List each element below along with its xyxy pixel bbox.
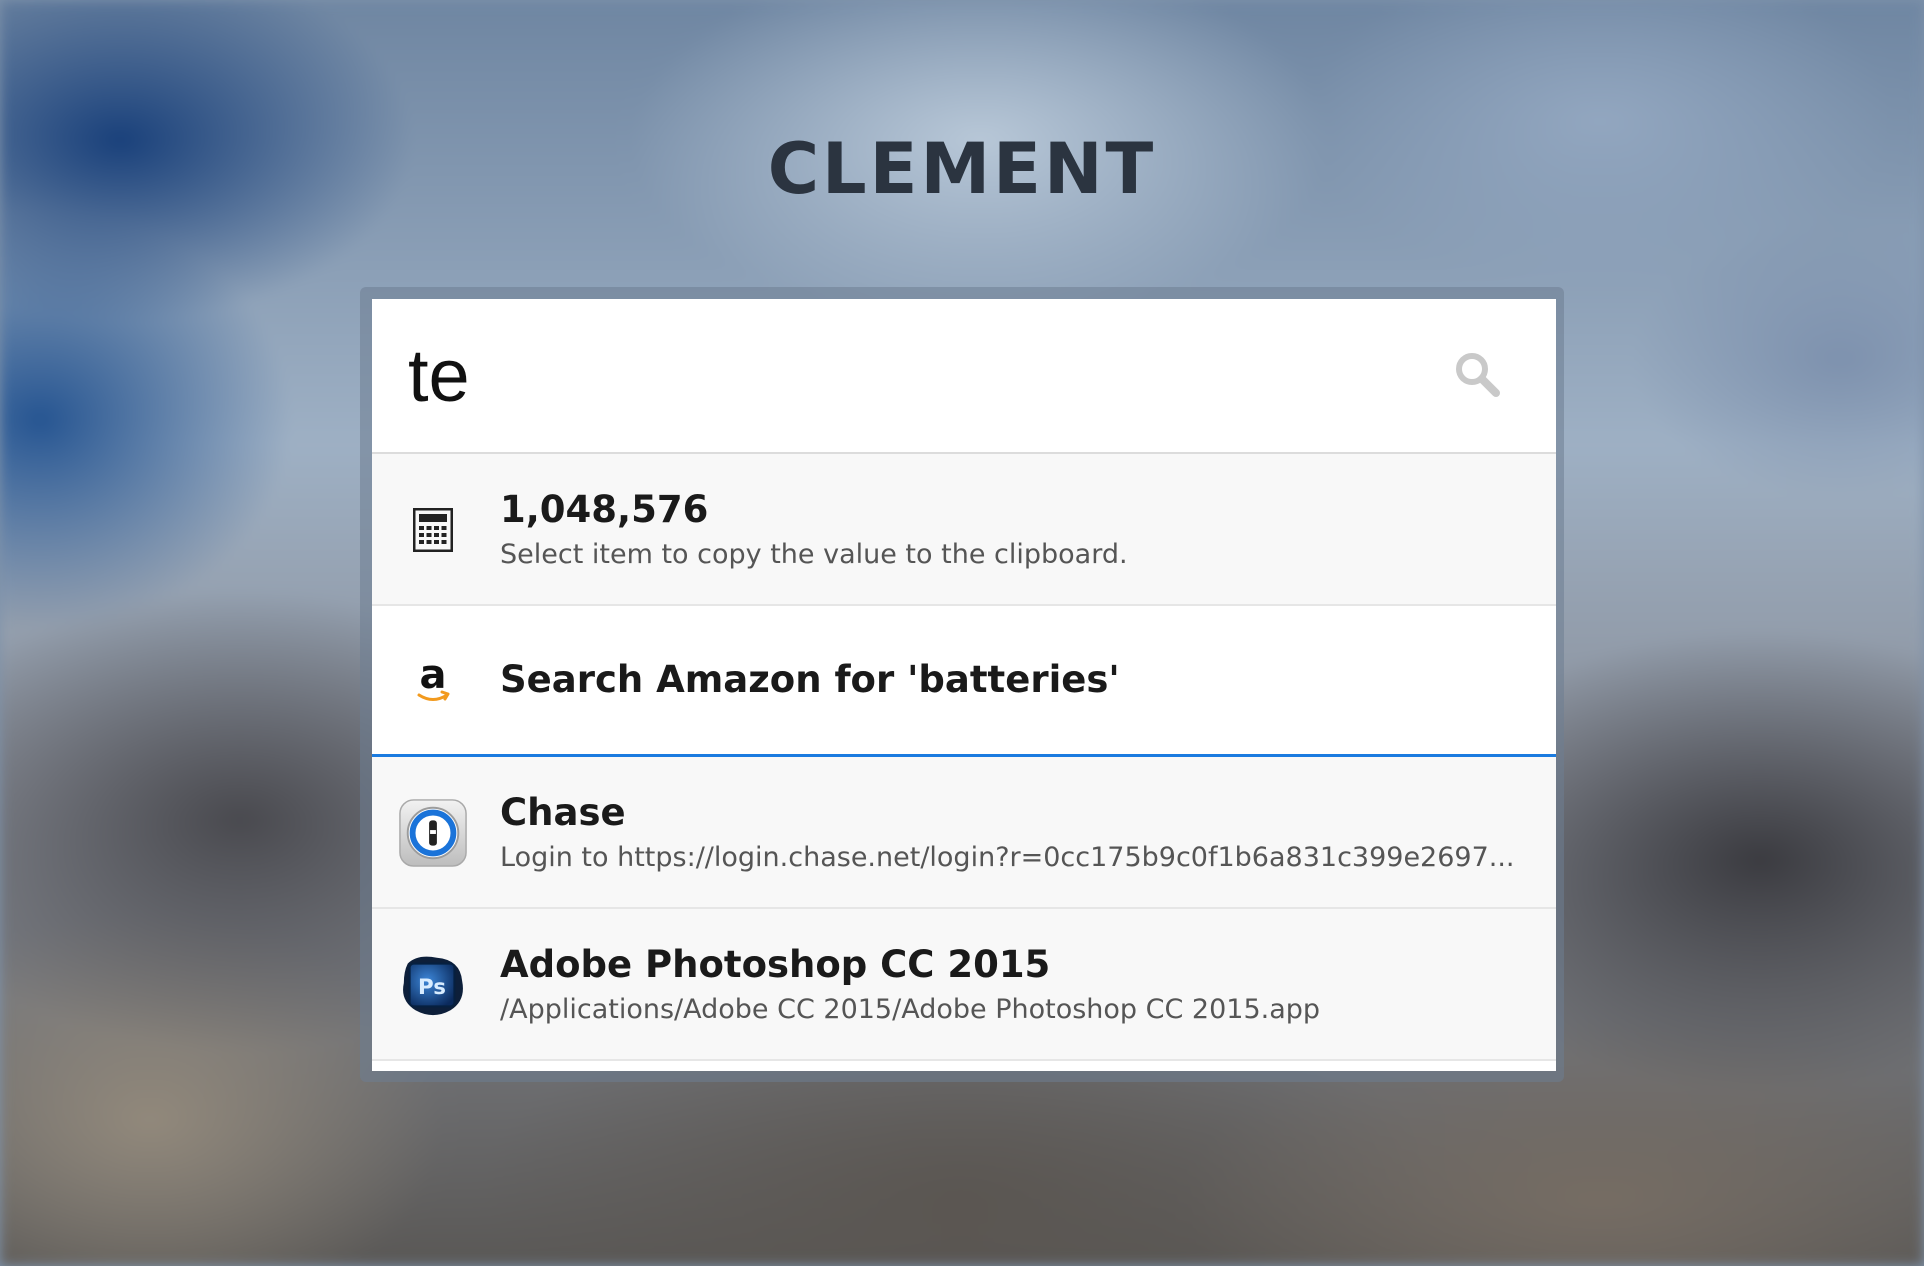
result-title: Chase (500, 791, 626, 834)
calculator-icon (398, 495, 468, 565)
photoshop-icon: Ps (398, 950, 468, 1020)
result-title: 1,048,576 (500, 488, 709, 531)
amazon-icon: a (398, 647, 468, 717)
result-subtitle: /Applications/Adobe CC 2015/Adobe Photos… (500, 994, 1321, 1025)
search-input[interactable] (408, 329, 1408, 421)
result-subtitle: Select item to copy the value to the cli… (500, 539, 1128, 570)
result-subtitle: Login to https://login.chase.net/login?r… (500, 842, 1515, 873)
result-title: Adobe Photoshop CC 2015 (500, 943, 1051, 986)
app-title: CLEMENT (767, 128, 1157, 210)
result-item-chase[interactable]: Chase Login to https://login.chase.net/l… (372, 757, 1556, 909)
result-item-calculator[interactable]: 1,048,576 Select item to copy the value … (372, 454, 1556, 606)
search-icon[interactable] (1452, 349, 1502, 399)
1password-icon (398, 798, 468, 868)
launcher-panel: 1,048,576 Select item to copy the value … (372, 299, 1556, 1071)
result-title: Search Amazon for 'batteries' (500, 658, 1120, 701)
search-bar (372, 299, 1556, 454)
result-item-photoshop[interactable]: Ps Adobe Photoshop CC 2015 /Applications… (372, 909, 1556, 1061)
photoshop-icon-label: Ps (418, 975, 446, 1000)
result-item-amazon[interactable]: a Search Amazon for 'batteries' (372, 606, 1556, 757)
